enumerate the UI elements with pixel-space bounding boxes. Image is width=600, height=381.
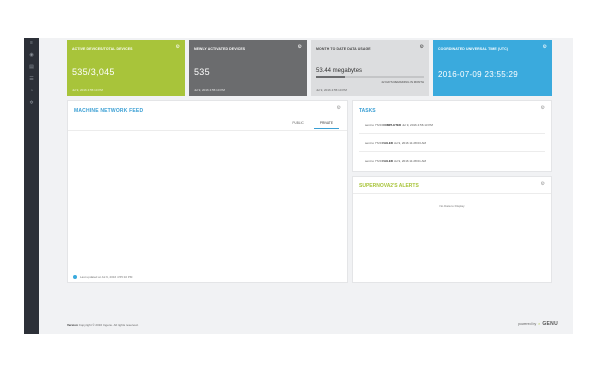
tile-title: COORDINATED UNIVERSAL TIME (UTC) — [438, 47, 508, 51]
panel-title: TASKS — [359, 108, 376, 114]
task-time: Jul 9, 2016 4:56:13 PM — [402, 123, 433, 127]
gear-icon[interactable]: ⚙ — [420, 45, 424, 50]
active-devices-tile: ACTIVE DEVICES/TOTAL DEVICES ⚙ 535/3,045… — [67, 40, 185, 96]
tile-title: MONTH TO DATE DATA USAGE — [316, 47, 371, 51]
usage-value: 53.44 megabytes — [316, 68, 363, 74]
tile-value: 535/3,045 — [72, 67, 115, 77]
task-text: sent to 7720 FAILED Jul 9, 2016 11:28:01… — [365, 159, 426, 163]
task-prefix: sent to 7720 — [365, 123, 382, 127]
gear-icon[interactable]: ⚙ — [176, 45, 180, 50]
main-content: ACTIVE DEVICES/TOTAL DEVICES ⚙ 535/3,045… — [39, 38, 573, 334]
gear-icon[interactable]: ⚙ — [541, 182, 545, 187]
divider — [353, 193, 551, 194]
task-status: COMPLETED — [382, 123, 402, 127]
task-prefix: sent to 7720 — [365, 141, 382, 145]
usage-progress-fill — [316, 76, 346, 78]
brand-logo[interactable]: GENU — [542, 321, 558, 327]
app-window: ≡ ◉ ▤ ☰ ◔ ✲ ACTIVE DEVICES/TOTAL DEVICES… — [24, 38, 573, 334]
chart-icon[interactable]: ▤ — [28, 65, 35, 70]
bell-icon[interactable]: ◔ — [28, 89, 35, 94]
list-icon[interactable]: ☰ — [28, 77, 35, 82]
data-usage-tile: MONTH TO DATE DATA USAGE ⚙ 53.44 megabyt… — [311, 40, 429, 96]
utc-time-tile: COORDINATED UNIVERSAL TIME (UTC) ⚙ 2016-… — [433, 40, 552, 96]
task-text: sent to 7720 COMPLETED Jul 9, 2016 4:56:… — [365, 123, 433, 127]
gear-icon[interactable]: ⚙ — [337, 106, 341, 111]
copyright-text: Copyright © 2016 Ingenu. All rights rese… — [78, 323, 139, 327]
task-time: Jul 9, 2016 11:28:01 AM — [393, 159, 427, 163]
page-footer: Version Copyright © 2016 Ingenu. All rig… — [67, 323, 138, 327]
tasks-panel: TASKS ⚙ sent to 7720 COMPLETED Jul 9, 20… — [352, 100, 552, 172]
tile-title: NEWLY ACTIVATED DEVICES — [194, 47, 246, 51]
task-row[interactable]: sent to 7720 COMPLETED Jul 9, 2016 4:56:… — [359, 117, 545, 134]
version-label: Version — [67, 323, 78, 327]
panel-title: SUPERNOVA2'S ALERTS — [359, 183, 419, 189]
menu-icon[interactable]: ≡ — [28, 41, 35, 46]
tile-title: ACTIVE DEVICES/TOTAL DEVICES — [72, 47, 133, 51]
globe-icon[interactable]: ◉ — [28, 53, 35, 58]
tile-timestamp: Jul 9, 2016 4:55:10 PM — [194, 88, 225, 92]
last-updated-text: Last updated at Jul 9, 2016 4:55:10 PM — [80, 275, 133, 279]
tile-timestamp: Jul 9, 2016 4:55:10 PM — [316, 88, 347, 92]
newly-activated-tile: NEWLY ACTIVATED DEVICES ⚙ 535 Jul 9, 201… — [189, 40, 307, 96]
feed-tabs: PUBLIC PRIVATE — [286, 120, 339, 129]
empty-state-text: No Data to Display — [439, 204, 465, 208]
machine-network-feed-panel: MACHINE NETWORK FEED ⚙ PUBLIC PRIVATE La… — [67, 100, 348, 283]
powered-by-text: powered by — [518, 322, 537, 326]
gear-icon[interactable]: ⚙ — [543, 45, 547, 50]
tab-private[interactable]: PRIVATE — [313, 120, 339, 129]
tile-timestamp: Jul 9, 2016 4:55:10 PM — [72, 88, 103, 92]
days-remaining: 22 DAYS REMAINING IN MONTH — [381, 80, 424, 84]
gear-icon[interactable]: ⚙ — [298, 45, 302, 50]
sidebar: ≡ ◉ ▤ ☰ ◔ ✲ — [24, 38, 39, 334]
task-row[interactable]: sent to 7720 FAILED Jul 9, 2016 11:28:01… — [359, 153, 545, 170]
divider — [68, 130, 347, 131]
tile-value: 535 — [194, 67, 210, 77]
brand-logo-icon: ◐ — [538, 322, 541, 326]
powered-by: powered by ◐ GENU — [518, 321, 558, 327]
task-time: Jul 9, 2016 11:28:03 AM — [393, 141, 427, 145]
utc-clock-value: 2016-07-09 23:55:29 — [438, 70, 518, 79]
panel-title: MACHINE NETWORK FEED — [74, 108, 144, 114]
task-status: FAILED — [382, 159, 394, 163]
task-text: sent to 7720 FAILED Jul 9, 2016 11:28:03… — [365, 141, 426, 145]
task-prefix: sent to 7720 — [365, 159, 382, 163]
alerts-panel: SUPERNOVA2'S ALERTS ⚙ No Data to Display — [352, 176, 552, 283]
gear-icon[interactable]: ⚙ — [541, 106, 545, 111]
clock-icon — [73, 275, 77, 279]
task-status: FAILED — [382, 141, 394, 145]
settings-icon[interactable]: ✲ — [28, 101, 35, 106]
tab-public[interactable]: PUBLIC — [286, 120, 310, 129]
task-row[interactable]: sent to 7720 FAILED Jul 9, 2016 11:28:03… — [359, 135, 545, 152]
usage-progress-bar — [316, 76, 424, 78]
feed-footer: Last updated at Jul 9, 2016 4:55:10 PM — [73, 275, 132, 279]
